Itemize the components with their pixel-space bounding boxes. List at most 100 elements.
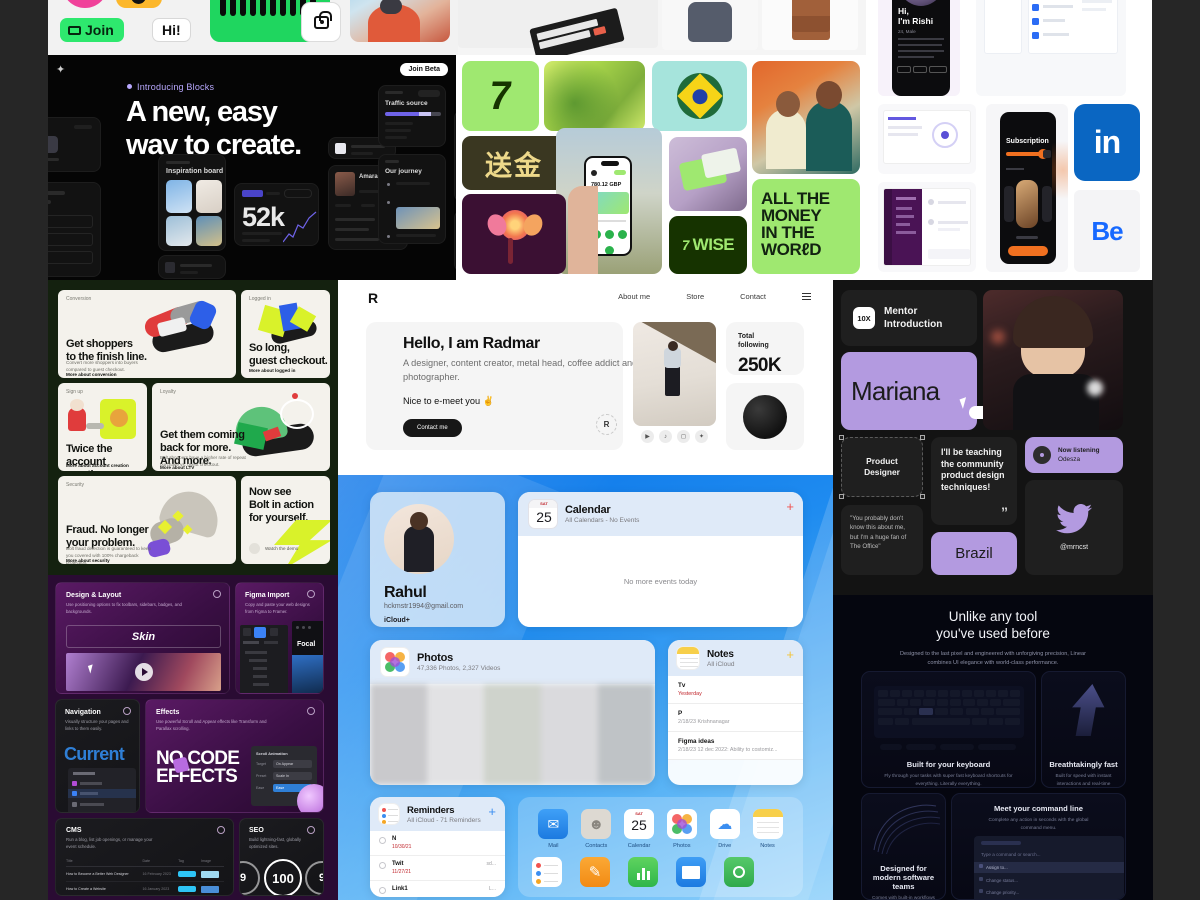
instagram-icon[interactable]: ◻ <box>677 430 690 443</box>
selection-handle[interactable] <box>920 494 925 499</box>
linear-card-body-1: Fly through your tasks with super fast k… <box>884 774 1013 787</box>
framer-card-figma-import[interactable]: Figma Import Copy and paste your web des… <box>235 582 324 694</box>
command-item[interactable]: Change priority... <box>986 890 1019 895</box>
bolt-link-6[interactable]: Watch the demo <box>265 546 298 551</box>
bolt-card-signup[interactable]: Sign up Twice the account creation. More… <box>58 383 147 471</box>
bolt-card-conversion[interactable]: Conversion Get shoppers to the finish li… <box>58 290 236 378</box>
reminder-row[interactable]: Link1 L... <box>370 881 505 897</box>
framer-card-navigation[interactable]: Navigation Visually structure your pages… <box>55 699 140 813</box>
bolt-link-5[interactable]: More about security <box>66 558 110 563</box>
app-photos[interactable]: Photos <box>666 809 697 849</box>
bolt-card-demo[interactable]: Now see Bolt in action for yourself. Wat… <box>241 476 330 564</box>
framer-card-cms[interactable]: CMS Run a blog, list job openings, or ma… <box>55 818 234 896</box>
reminders-icon[interactable] <box>532 857 562 887</box>
framer-card-design-layout[interactable]: Design & Layout Use positioning options … <box>55 582 230 694</box>
command-item[interactable]: Assign to... <box>986 865 1008 870</box>
avatar-blob-pink <box>62 0 108 8</box>
blocks-card-inspiration: Inspiration board <box>158 154 226 251</box>
nav-contact[interactable]: Contact <box>740 292 766 301</box>
gear-icon[interactable] <box>217 826 225 834</box>
lock-card[interactable] <box>301 2 341 42</box>
wise-brazil-flag-tile <box>652 61 747 131</box>
app-mail[interactable]: ✉ Mail <box>538 809 569 849</box>
app-contacts[interactable]: ☻ Contacts <box>581 809 612 849</box>
mariana-name-card: Mariana <box>841 352 977 430</box>
keynote-icon[interactable] <box>676 857 706 887</box>
icloud-user-plan: iCloud+ <box>384 617 410 624</box>
note-row[interactable]: Figma ideas 2/18/23 12 dec 2022: Ability… <box>668 732 803 760</box>
gear-icon[interactable] <box>123 707 131 715</box>
bolt-card-security[interactable]: Security Fraud. No longer your problem. … <box>58 476 236 564</box>
gear-icon[interactable] <box>307 590 315 598</box>
cms-row[interactable]: How to Become a Better Web Designer 16 F… <box>66 867 224 882</box>
selection-handle[interactable] <box>839 435 844 440</box>
checkbox-icon[interactable] <box>379 862 386 869</box>
wise-tagline-2: MONEY <box>761 206 822 225</box>
icloud-photos-card[interactable]: Photos 47,336 Photos, 2,327 Videos <box>370 640 655 785</box>
note-date-value: 2/18/23 <box>678 747 696 753</box>
framer-skin-textfield[interactable]: Skin <box>66 625 221 648</box>
hi-button[interactable]: Hi! <box>152 18 191 42</box>
app-drive[interactable]: ☁ Drive <box>709 809 740 849</box>
pages-icon[interactable]: ✎ <box>580 857 610 887</box>
play-icon <box>141 668 148 676</box>
reminders-add-icon[interactable]: + <box>488 805 496 818</box>
framer-card-seo[interactable]: SEO Build lightning-fast, globally optim… <box>239 818 324 896</box>
checkbox-icon[interactable] <box>379 887 386 894</box>
tiktok-icon[interactable]: ♪ <box>659 430 672 443</box>
reminder-row[interactable]: Twit 11/27/21 sd... <box>370 856 505 881</box>
checkbox-icon[interactable] <box>379 837 386 844</box>
hamburger-icon[interactable] <box>802 293 811 300</box>
cms-row[interactable]: How to Create a Website 16 January 2023 <box>66 882 224 895</box>
note-row[interactable]: P 2/18/23 Krishnanagar <box>668 704 803 732</box>
bolt-link-2[interactable]: More about logged in <box>249 368 295 373</box>
reminder-row[interactable]: N 10/30/21 <box>370 831 505 856</box>
join-button[interactable]: Join <box>60 18 124 42</box>
gear-icon[interactable] <box>307 707 315 715</box>
blocks-card-drafts: 16 <box>48 117 101 172</box>
selection-handle[interactable] <box>839 494 844 499</box>
framer-video-preview[interactable] <box>66 653 221 691</box>
reminder-date: 11/27/21 <box>392 869 412 875</box>
framer-section: Design & Layout Use positioning options … <box>48 575 338 900</box>
bolt-heading-1a: Get shoppers <box>66 338 133 350</box>
icloud-reminders-card[interactable]: Reminders All iCloud - 71 Reminders + N … <box>370 797 505 897</box>
icloud-calendar-card[interactable]: SAT 25 Calendar All Calendars - No Event… <box>518 492 803 627</box>
linear-card-body-4: Complete any action in seconds with the … <box>988 818 1089 831</box>
command-item[interactable]: Change status... <box>986 878 1018 883</box>
join-beta-button[interactable]: Join Beta <box>400 63 448 76</box>
effects-value-1[interactable]: On Appear <box>273 760 312 768</box>
bolt-link-4[interactable]: More about LTV <box>160 465 194 470</box>
bolt-card-loggedin[interactable]: Logged in So long, guest checkout. More … <box>241 290 330 378</box>
command-palette[interactable]: Type a command or search... Assign to...… <box>974 836 1124 899</box>
nav-about-me[interactable]: About me <box>618 292 650 301</box>
twitter-icon[interactable]: ✦ <box>695 430 708 443</box>
effects-value-2[interactable]: Scale In <box>273 772 312 780</box>
framer-card-effects[interactable]: Effects Use powerful Scroll and Appear e… <box>145 699 324 813</box>
gear-icon[interactable] <box>213 590 221 598</box>
bolt-link-3[interactable]: More about account creation <box>66 463 129 468</box>
mariana-twitter-card[interactable]: @mrncst <box>1025 480 1123 575</box>
bolt-illustration-hand <box>140 484 230 559</box>
bolt-link-1[interactable]: More about conversion <box>66 372 117 377</box>
notes-add-icon[interactable]: + <box>786 648 794 661</box>
avatar <box>384 504 454 574</box>
nav-store[interactable]: Store <box>686 292 704 301</box>
note-row[interactable]: Tv Yesterday <box>668 676 803 704</box>
icloud-notes-card[interactable]: Notes All iCloud + Tv Yesterday P 2/18/2… <box>668 640 803 785</box>
bolt-play-button[interactable] <box>249 543 260 554</box>
app-calendar[interactable]: SAT 25 Calendar <box>624 809 655 849</box>
numbers-icon[interactable] <box>628 857 658 887</box>
notes-title: Notes <box>707 648 734 660</box>
gear-icon[interactable] <box>307 826 315 834</box>
radmar-logo[interactable]: R <box>368 290 378 306</box>
calendar-add-icon[interactable]: + <box>786 500 794 513</box>
youtube-icon[interactable]: ▶ <box>641 430 654 443</box>
findmy-icon[interactable] <box>724 857 754 887</box>
app-notes[interactable]: Notes <box>752 809 783 849</box>
contact-me-button[interactable]: Contact me <box>403 419 462 437</box>
dashboard-tile <box>976 0 1126 96</box>
country-label: Brazil <box>955 545 993 562</box>
bolt-card-loyalty[interactable]: Loyalty Get them coming back for more. A… <box>152 383 330 471</box>
selection-handle[interactable] <box>920 435 925 440</box>
